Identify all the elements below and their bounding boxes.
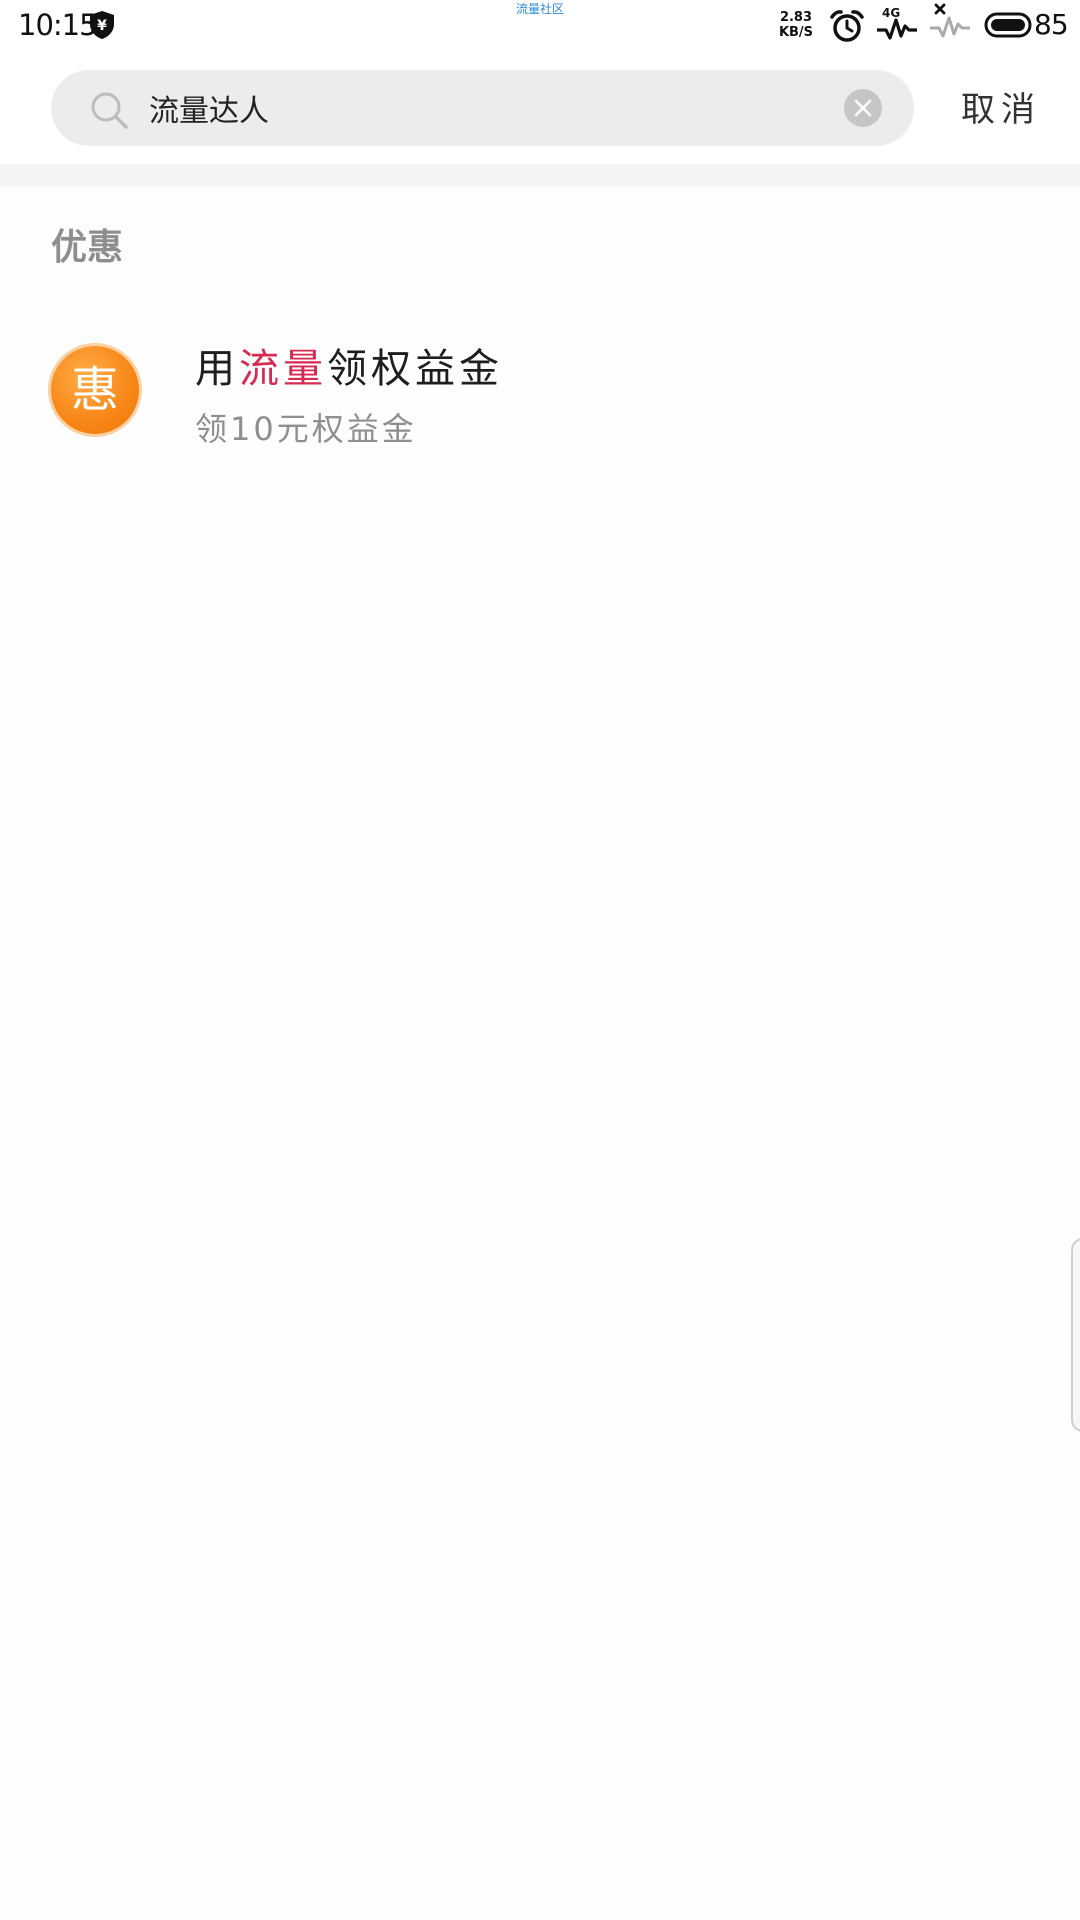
net-speed-unit: KB/S	[778, 25, 814, 40]
net-speed: 2.83 KB/S	[774, 10, 818, 40]
close-icon	[854, 99, 872, 117]
search-input[interactable]	[149, 82, 789, 134]
result-title-prefix: 用	[195, 346, 239, 392]
search-header: 取消	[0, 52, 1080, 164]
section-divider	[0, 164, 1080, 186]
notification-source-label: 流量社区	[515, 2, 564, 16]
search-box[interactable]	[51, 70, 914, 146]
svg-text:¥: ¥	[97, 18, 107, 34]
battery-percent: 85	[1034, 8, 1069, 41]
discount-badge-icon: 惠	[51, 346, 139, 434]
result-title-highlight: 流量	[239, 346, 327, 392]
search-icon	[91, 92, 128, 129]
status-bar: 10:15 ¥ 流量社区 2.83 KB/S 4G 85	[0, 0, 1080, 52]
net-speed-value: 2.83	[779, 10, 813, 25]
battery-icon	[984, 12, 1032, 38]
section-title-discounts: 优惠	[51, 227, 124, 268]
result-item[interactable]: 惠 用流量领权益金 领10元权益金	[0, 320, 1080, 470]
screen: 10:15 ¥ 流量社区 2.83 KB/S 4G 85 流量达人 取消 优惠 …	[0, 0, 1080, 1920]
cancel-button[interactable]: 取消	[940, 82, 1062, 131]
result-subtitle: 领10元权益金	[195, 410, 417, 448]
clear-search-button[interactable]	[844, 89, 882, 127]
signal-wave-icon	[877, 18, 917, 40]
edge-drag-handle[interactable]	[1071, 1238, 1080, 1432]
no-signal-wave-icon	[930, 3, 970, 38]
alarm-clock-icon	[830, 10, 864, 42]
result-title-suffix: 领权益金	[327, 346, 503, 392]
result-title: 用流量领权益金	[195, 336, 503, 394]
